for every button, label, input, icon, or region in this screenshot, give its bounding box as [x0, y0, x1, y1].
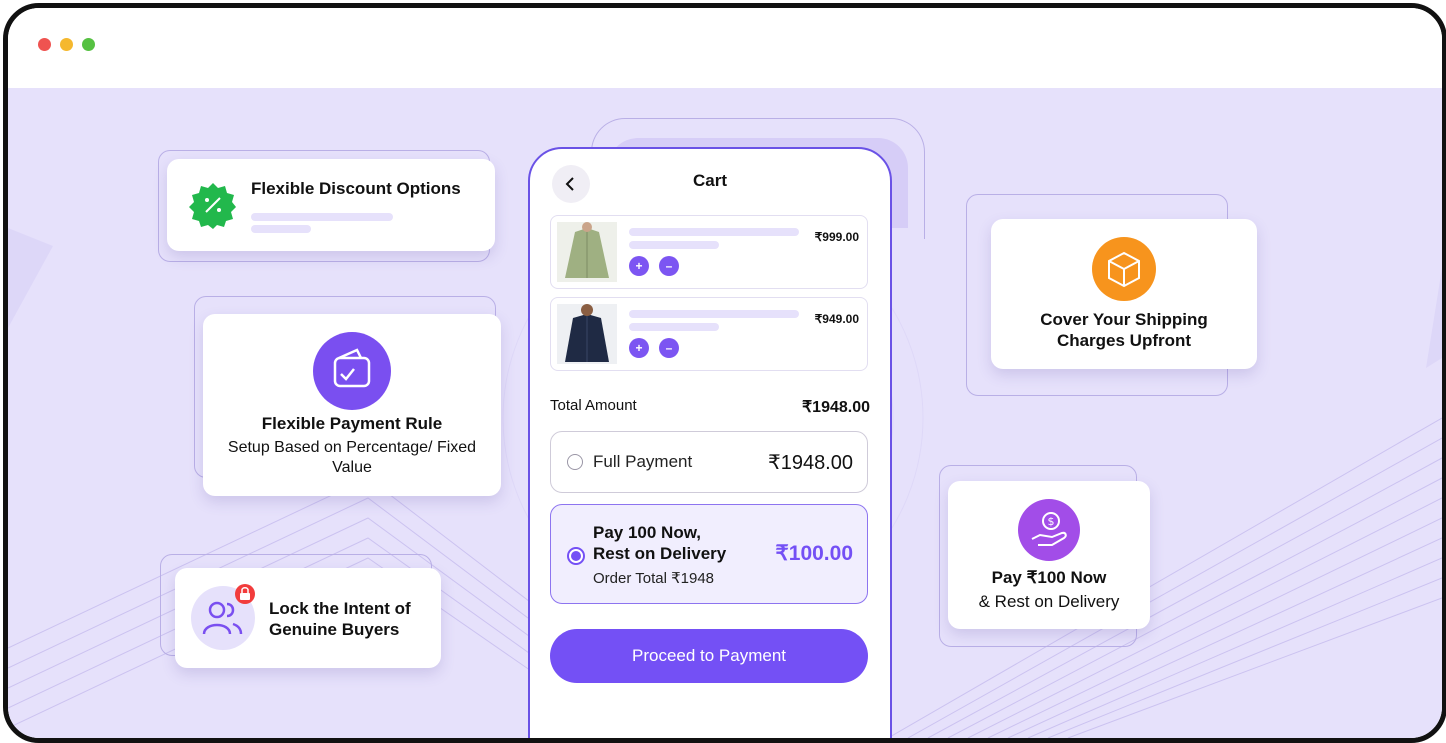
- cart-item: + – ₹949.00: [550, 297, 868, 371]
- maximize-dot[interactable]: [82, 38, 95, 51]
- total-value: ₹1948.00: [801, 399, 870, 416]
- navy-jacket-image: [557, 304, 617, 364]
- shipping-title: Cover Your Shipping Charges Upfront: [1040, 310, 1208, 350]
- hero-stage: Flexible Discount Options Flexible Payme…: [8, 88, 1442, 738]
- decrease-quantity-button[interactable]: –: [659, 338, 679, 358]
- full-payment-radio[interactable]: [567, 454, 583, 470]
- partial-payment-amount: ₹100.00: [775, 542, 853, 565]
- discount-card: Flexible Discount Options: [167, 159, 495, 251]
- decrease-quantity-button[interactable]: –: [659, 256, 679, 276]
- lock-intent-title: Lock the Intent of Genuine Buyers: [269, 599, 411, 639]
- payment-rule-title: Flexible Payment Rule: [261, 414, 443, 433]
- order-total-note: Order Total ₹1948: [593, 570, 715, 587]
- users-lock-icon: [191, 584, 255, 650]
- increase-quantity-button[interactable]: +: [629, 256, 649, 276]
- percent-badge-icon: [189, 183, 236, 229]
- minimize-dot[interactable]: [60, 38, 73, 51]
- full-payment-option[interactable]: Full Payment ₹1948.00: [550, 431, 868, 493]
- title-bar: [8, 8, 1442, 88]
- partial-payment-line2: Rest on Delivery: [593, 544, 727, 563]
- browser-window: Flexible Discount Options Flexible Payme…: [3, 3, 1446, 743]
- wallet-check-icon: [313, 332, 391, 410]
- placeholder-line: [629, 241, 719, 249]
- partial-payment-option[interactable]: Pay 100 Now, Rest on Delivery Order Tota…: [550, 504, 868, 604]
- placeholder-line: [629, 228, 799, 236]
- partial-payment-radio[interactable]: [567, 547, 585, 565]
- total-label: Total Amount: [550, 397, 637, 414]
- box-icon: [1092, 237, 1156, 301]
- cart-phone: Cart + – ₹999.00 + – ₹949.00 Total Amoun…: [528, 147, 892, 738]
- proceed-to-payment-button[interactable]: Proceed to Payment: [550, 629, 868, 683]
- item-price: ₹999.00: [814, 230, 859, 244]
- payment-rule-subtitle: Setup Based on Percentage/ Fixed Value: [227, 439, 477, 476]
- placeholder-line: [629, 323, 719, 331]
- hand-coin-icon: $: [1018, 499, 1080, 561]
- close-dot[interactable]: [38, 38, 51, 51]
- increase-quantity-button[interactable]: +: [629, 338, 649, 358]
- lock-intent-card: Lock the Intent of Genuine Buyers: [175, 568, 441, 668]
- payment-rule-card: Flexible Payment Rule Setup Based on Per…: [203, 314, 501, 496]
- cart-title: Cart: [692, 171, 727, 190]
- partial-payment-line1: Pay 100 Now,: [593, 523, 702, 542]
- svg-text:$: $: [1048, 515, 1055, 528]
- cart-item: + – ₹999.00: [550, 215, 868, 289]
- pay-now-card: $ Pay ₹100 Now & Rest on Delivery: [948, 481, 1150, 629]
- radio-selected-dot: [571, 551, 581, 561]
- full-payment-label: Full Payment: [593, 452, 693, 471]
- full-payment-amount: ₹1948.00: [767, 452, 853, 474]
- olive-jacket-image: [557, 222, 617, 282]
- discount-title: Flexible Discount Options: [251, 179, 461, 198]
- shipping-card: Cover Your Shipping Charges Upfront: [991, 219, 1257, 369]
- placeholder-line: [629, 310, 799, 318]
- pay-now-title: Pay ₹100 Now: [991, 568, 1107, 587]
- placeholder-line: [251, 213, 393, 221]
- item-price: ₹949.00: [814, 312, 859, 326]
- pay-now-subtitle: & Rest on Delivery: [978, 592, 1120, 611]
- placeholder-line: [251, 225, 311, 233]
